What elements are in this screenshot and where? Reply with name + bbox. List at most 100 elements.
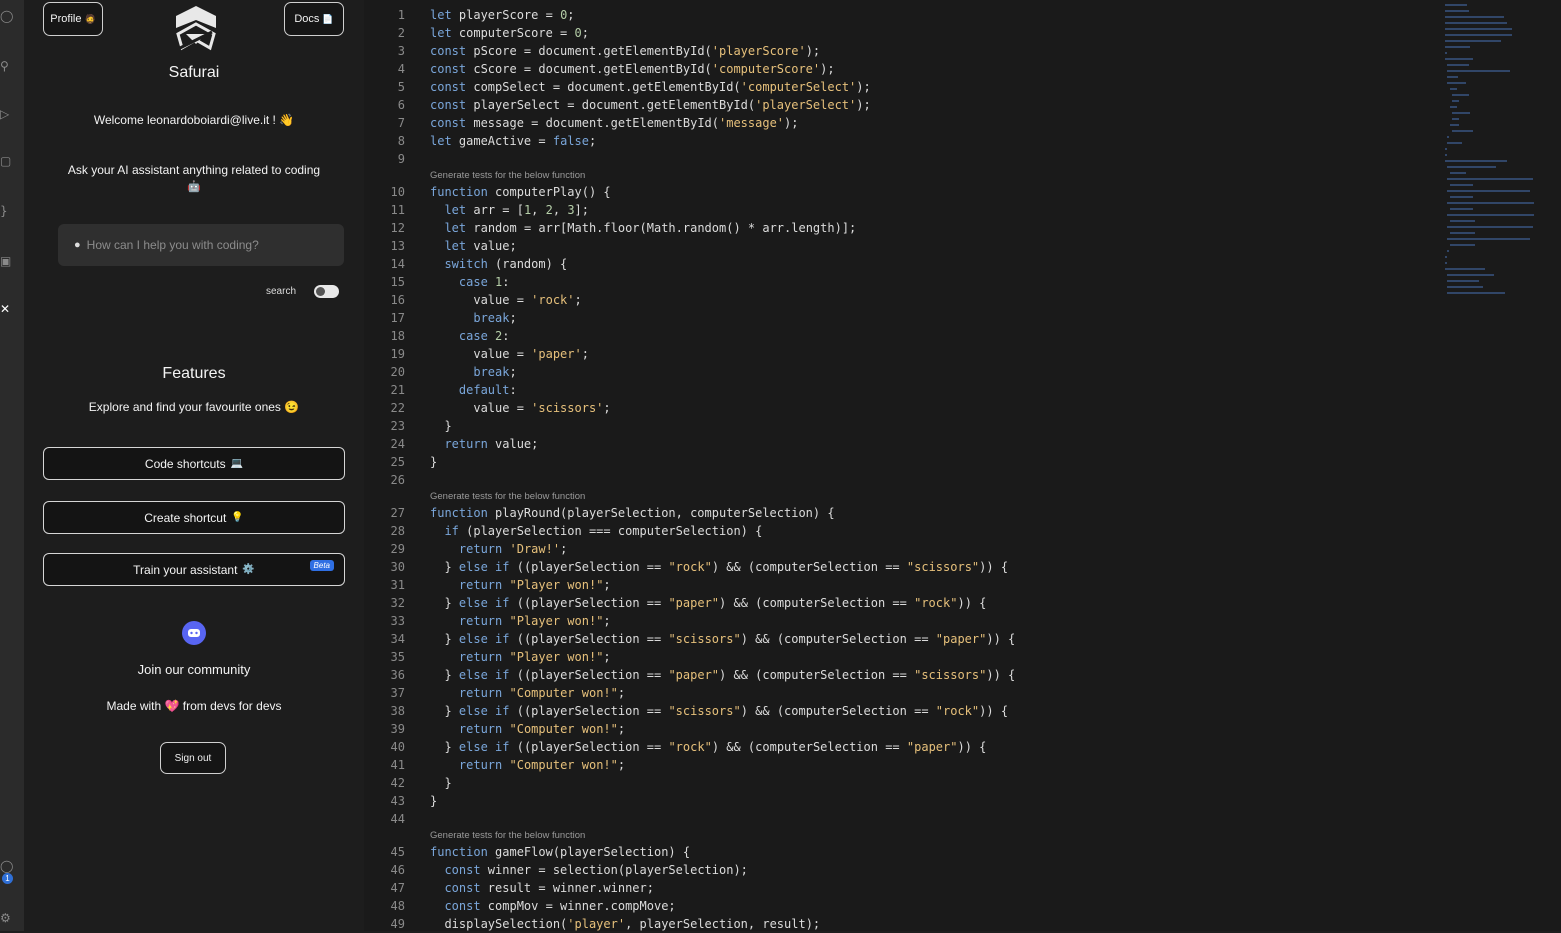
code-line[interactable]: 45 function gameFlow(playerSelection) {: [364, 843, 691, 861]
code-text: let random = arr[Math.floor(Math.random(…: [444, 221, 857, 235]
code-line[interactable]: 6 const playerSelect = document.getElemen…: [364, 96, 871, 114]
code-line[interactable]: 32 } else if ((playerSelection == "paper…: [364, 594, 987, 612]
settings-icon[interactable]: ⚙: [0, 912, 12, 924]
code-line[interactable]: 5 const compSelect = document.getElementB…: [364, 78, 871, 96]
code-line[interactable]: 13 let value;: [364, 237, 585, 255]
code-line[interactable]: 12 let random = arr[Math.floor(Math.rand…: [364, 219, 857, 237]
code-line[interactable]: 3 const pScore = document.getElementById(…: [364, 42, 820, 60]
minimap[interactable]: [1445, 4, 1555, 309]
code-line[interactable]: 40 } else if ((playerSelection == "rock"…: [364, 738, 987, 756]
code-line[interactable]: 31 return "Player won!";: [364, 576, 611, 594]
beta-badge: Beta: [309, 560, 334, 571]
code-line[interactable]: 48 const compMov = winner.compMove;: [364, 897, 676, 915]
code-line[interactable]: 21 default:: [364, 381, 585, 399]
code-line[interactable]: 9: [364, 150, 585, 168]
code-line[interactable]: 47 const result = winner.winner;: [364, 879, 654, 897]
train-assistant-button[interactable]: Train your assistant ⚙️ Beta: [43, 553, 345, 586]
code-line[interactable]: 34 } else if ((playerSelection == "sciss…: [364, 630, 1016, 648]
code-line[interactable]: 33 return "Player won!";: [364, 612, 611, 630]
code-line[interactable]: 28 if (playerSelection === computerSelec…: [364, 522, 763, 540]
line-number: 9: [397, 152, 405, 166]
code-text: switch (random) {: [444, 257, 568, 271]
minimap-line: [1449, 232, 1476, 234]
code-line[interactable]: 4 const cScore = document.getElementById(…: [364, 60, 835, 78]
code-text: let playerScore = 0;: [430, 8, 575, 22]
code-line[interactable]: 20 break;: [364, 363, 585, 381]
code-line[interactable]: 38 } else if ((playerSelection == "sciss…: [364, 702, 1009, 720]
community-text[interactable]: Join our community: [24, 662, 364, 677]
code-line[interactable]: 7 const message = document.getElementById…: [364, 114, 799, 132]
safurai-icon[interactable]: ✕: [0, 303, 12, 315]
docs-button[interactable]: Docs 📄: [284, 2, 344, 36]
line-number: 15: [390, 275, 405, 289]
code-text: break;: [473, 365, 517, 379]
safurai-logo-icon: [176, 6, 216, 51]
run-icon[interactable]: ▷: [0, 108, 12, 120]
code-line[interactable]: 17 break;: [364, 309, 585, 327]
code-line[interactable]: 14 switch (random) {: [364, 255, 585, 273]
code-line[interactable]: 19 value = 'paper';: [364, 345, 589, 363]
profile-label: Profile: [50, 13, 82, 25]
code-line[interactable]: 39 return "Computer won!";: [364, 720, 626, 738]
line-number: 11: [390, 203, 405, 217]
debug-icon[interactable]: ▣: [0, 255, 12, 267]
sign-out-button[interactable]: Sign out: [160, 742, 226, 774]
code-line[interactable]: 25}: [364, 453, 585, 471]
minimap-line: [1445, 256, 1447, 258]
code-line[interactable]: 2 let computerScore = 0;: [364, 24, 589, 42]
extensions-icon[interactable]: ▢: [0, 155, 12, 167]
code-line[interactable]: 41 return "Computer won!";: [364, 756, 626, 774]
code-line[interactable]: 23 }: [364, 417, 585, 435]
code-line[interactable]: 49 displaySelection('player', playerSele…: [364, 915, 821, 933]
line-number: 24: [390, 437, 405, 451]
brackets-icon[interactable]: }: [0, 205, 12, 217]
minimap-line: [1452, 94, 1469, 96]
minimap-line: [1447, 214, 1535, 216]
search-input[interactable]: [84, 237, 329, 253]
line-number: 38: [390, 704, 405, 718]
code-line[interactable]: 27 function playRound(playerSelection, co…: [364, 504, 835, 522]
code-line[interactable]: 42 }: [364, 774, 585, 792]
code-line[interactable]: 29 return 'Draw!';: [364, 540, 585, 558]
code-line[interactable]: 18 case 2:: [364, 327, 585, 345]
code-line[interactable]: 11 let arr = [1, 2, 3];: [364, 201, 589, 219]
search-icon[interactable]: ⚲: [0, 60, 12, 72]
code-line[interactable]: 22 value = 'scissors';: [364, 399, 611, 417]
code-line[interactable]: 35 return "Player won!";: [364, 648, 611, 666]
codelens-generate-tests[interactable]: Generate tests for the below function: [364, 489, 585, 504]
codelens-generate-tests[interactable]: Generate tests for the below function: [364, 828, 585, 843]
code-line[interactable]: 30 } else if ((playerSelection == "rock"…: [364, 558, 1009, 576]
code-line[interactable]: 36 } else if ((playerSelection == "paper…: [364, 666, 1016, 684]
code-text: return "Player won!";: [458, 614, 611, 628]
create-shortcut-button[interactable]: Create shortcut 💡: [43, 501, 345, 534]
account-icon[interactable]: ◯: [0, 860, 13, 872]
code-line[interactable]: 44: [364, 810, 585, 828]
line-number: 34: [390, 632, 405, 646]
line-number: 37: [390, 686, 405, 700]
code-line[interactable]: 24 return value;: [364, 435, 585, 453]
search-toggle[interactable]: [314, 285, 339, 298]
code-line[interactable]: 10 function computerPlay() {: [364, 183, 611, 201]
code-area[interactable]: 1 let playerScore = 0; 2 let computerScore …: [364, 6, 1016, 933]
code-line[interactable]: 43}: [364, 792, 585, 810]
codelens-generate-tests[interactable]: Generate tests for the below function: [364, 168, 585, 183]
code-line[interactable]: 15 case 1:: [364, 273, 585, 291]
code-line[interactable]: 1 let playerScore = 0;: [364, 6, 585, 24]
files-icon[interactable]: ◯: [0, 10, 13, 22]
discord-icon[interactable]: [182, 621, 206, 645]
profile-button[interactable]: Profile 🧔: [43, 2, 103, 36]
code-editor[interactable]: 1 let playerScore = 0; 2 let computerScore …: [364, 0, 1561, 931]
line-number: 3: [397, 44, 405, 58]
code-shortcuts-button[interactable]: Code shortcuts 💻: [43, 447, 345, 480]
code-line[interactable]: 26: [364, 471, 585, 489]
code-line[interactable]: 16 value = 'rock';: [364, 291, 585, 309]
line-number: 39: [390, 722, 405, 736]
minimap-line: [1445, 22, 1507, 24]
code-text: let value;: [444, 239, 517, 253]
code-line[interactable]: 37 return "Computer won!";: [364, 684, 626, 702]
code-text: } else if ((playerSelection == "scissors…: [430, 704, 1009, 718]
minimap-line: [1445, 262, 1447, 264]
code-line[interactable]: 46 const winner = selection(playerSelect…: [364, 861, 748, 879]
minimap-line: [1449, 106, 1458, 108]
code-line[interactable]: 8 let gameActive = false;: [364, 132, 596, 150]
